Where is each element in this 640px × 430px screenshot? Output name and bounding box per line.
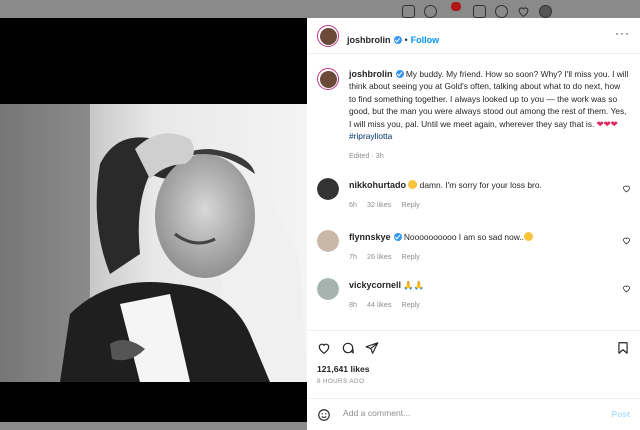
hashtag-link[interactable]: #riprayliotta [349, 131, 392, 141]
verified-icon [395, 70, 404, 78]
comment-username[interactable]: vickycornell [349, 280, 401, 290]
reply-button[interactable]: Reply [401, 300, 419, 309]
caption-hearts: ❤❤❤ [596, 118, 618, 129]
verified-icon [393, 233, 402, 241]
caption-avatar[interactable] [317, 68, 339, 90]
notification-badge [451, 2, 461, 11]
reply-button[interactable]: Reply [401, 200, 419, 209]
post-caption: joshbrolin My buddy. My friend. How so s… [349, 68, 629, 163]
comment-avatar[interactable] [317, 230, 339, 252]
comment-time: 7h [349, 252, 357, 261]
like-comment-icon[interactable] [622, 236, 631, 245]
comment-likes[interactable]: 44 likes [367, 300, 391, 309]
comment-username[interactable]: flynnskye [349, 232, 391, 242]
post-detail-panel: joshbrolin • Follow ··· joshbrolin My budd… [307, 18, 640, 430]
profile-avatar[interactable] [539, 5, 552, 18]
post-media-panel [0, 18, 307, 422]
comment-text: damn. I'm sorry for your loss bro. [417, 180, 542, 190]
add-comment-bar: Post [307, 398, 640, 430]
caption-username[interactable]: joshbrolin [349, 69, 393, 79]
verified-icon [393, 36, 402, 44]
like-comment-icon[interactable] [622, 184, 631, 193]
more-options-icon[interactable]: ··· [615, 27, 630, 39]
explore-icon[interactable] [495, 5, 508, 18]
sad-face-emoji [523, 232, 533, 241]
new-post-icon[interactable] [473, 5, 486, 18]
comment-avatar[interactable] [317, 178, 339, 200]
post-actions [307, 330, 640, 360]
add-comment-input[interactable] [343, 408, 593, 418]
emoji-icon[interactable] [317, 408, 331, 422]
share-icon[interactable] [365, 341, 379, 355]
comment-username[interactable]: nikkohurtado [349, 180, 406, 190]
post-photo[interactable] [0, 104, 307, 382]
comment-likes[interactable]: 26 likes [367, 252, 391, 261]
comment-icon[interactable] [341, 341, 355, 355]
comment-time: 6h [349, 200, 357, 209]
comment-text: 🙏🙏 [403, 280, 425, 290]
sad-face-emoji [408, 180, 418, 189]
like-comment-icon[interactable] [622, 284, 631, 293]
caption-meta: Edited · 3h [349, 151, 384, 161]
comment-avatar[interactable] [317, 278, 339, 300]
comment-text: Noooooooooo I am so sad now.. [403, 232, 524, 242]
reply-button[interactable]: Reply [401, 252, 419, 261]
save-icon[interactable] [616, 341, 630, 355]
messenger-icon[interactable] [424, 5, 437, 18]
activity-icon[interactable] [517, 5, 530, 18]
post-comment-button[interactable]: Post [611, 409, 630, 419]
follow-button[interactable]: Follow [411, 35, 440, 45]
like-icon[interactable] [317, 341, 331, 355]
comment-likes[interactable]: 32 likes [367, 200, 391, 209]
home-icon[interactable] [402, 5, 415, 18]
author-avatar[interactable] [317, 25, 339, 47]
post-header: joshbrolin • Follow ··· [307, 18, 640, 54]
post-time: 8 HOURS AGO [317, 378, 365, 385]
separator-dot: • [404, 35, 408, 45]
author-username[interactable]: joshbrolin [347, 35, 391, 45]
likes-count[interactable]: 121,641 likes [317, 364, 370, 374]
comment-time: 8h [349, 300, 357, 309]
